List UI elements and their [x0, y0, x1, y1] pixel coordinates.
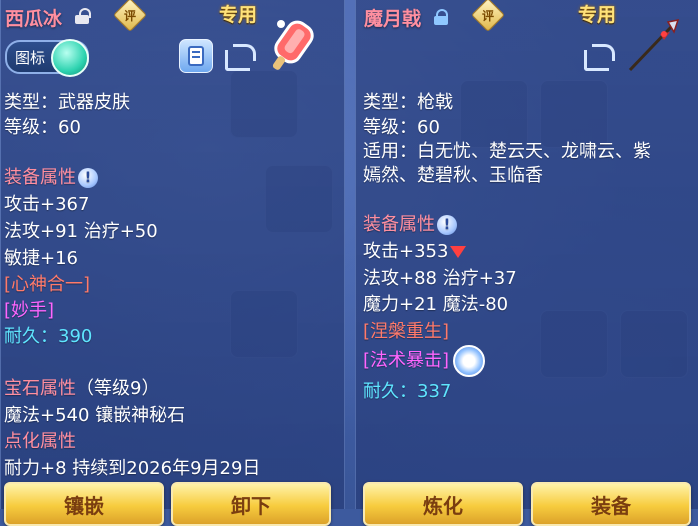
- item-level: 等级：60: [4, 117, 81, 138]
- skill-1: [涅槃重生]: [363, 321, 450, 342]
- applicable-roles-1: 适用：白无忧、楚云天、龙啸云、紫: [363, 141, 651, 162]
- icon-toggle-label: 图标: [15, 49, 46, 67]
- icon-toggle[interactable]: 图标: [5, 39, 89, 77]
- unlock-icon[interactable]: [75, 8, 91, 24]
- attr-attack: 攻击+367: [4, 194, 90, 215]
- attr-mana: 魔力+21 魔法-80: [363, 294, 509, 315]
- down-arrow-icon: [450, 246, 467, 258]
- item-type: 类型：武器皮肤: [4, 92, 130, 113]
- collection-icon[interactable]: [179, 39, 213, 73]
- durability: 耐久：337: [363, 381, 452, 402]
- info-icon[interactable]: !: [78, 168, 98, 188]
- share-icon[interactable]: [223, 42, 256, 71]
- halberd-weapon-icon: [624, 18, 680, 74]
- skill-1: [心神合一]: [4, 274, 91, 295]
- equip-attr-header: 装备属性!: [363, 210, 457, 236]
- attr-attack: 攻击+353: [363, 237, 467, 263]
- item-level: 等级：60: [363, 117, 440, 138]
- attr-magic: 法攻+91 治疗+50: [4, 221, 158, 242]
- refine-button[interactable]: 炼化: [363, 482, 523, 526]
- equip-button[interactable]: 装备: [531, 482, 691, 526]
- rate-icon[interactable]: 评: [471, 0, 505, 32]
- toggle-knob: [51, 39, 89, 77]
- share-icon[interactable]: [582, 42, 615, 71]
- item-title: 魔月戟: [364, 8, 422, 30]
- attr-agility: 敏捷+16: [4, 248, 78, 269]
- item-tooltip-left: 西瓜冰 评 专用 图标 类型：武器皮肤 等级：60 装备属性! 攻击+367 法…: [0, 0, 345, 526]
- item-title: 西瓜冰: [5, 8, 63, 30]
- inlay-button[interactable]: 镶嵌: [4, 482, 164, 526]
- rate-icon[interactable]: 评: [113, 0, 147, 32]
- item-type: 类型：枪戟: [363, 92, 453, 113]
- popsicle-skin-icon: [267, 14, 327, 74]
- equip-attr-header: 装备属性!: [4, 163, 98, 189]
- skill-2: [妙手]: [4, 300, 55, 321]
- durability: 耐久：390: [4, 326, 93, 347]
- skill-2: [法术暴击]: [363, 345, 486, 377]
- refresh-icon[interactable]: [453, 345, 486, 377]
- info-icon[interactable]: !: [437, 215, 457, 235]
- exclusive-label: 专用: [578, 4, 617, 26]
- unequip-button[interactable]: 卸下: [171, 482, 331, 526]
- exclusive-label: 专用: [219, 4, 258, 26]
- lock-icon[interactable]: [434, 9, 448, 25]
- attr-magic: 法攻+88 治疗+37: [363, 268, 517, 289]
- applicable-roles-2: 嫣然、楚碧秋、玉临香: [363, 165, 543, 186]
- enchant-header: 点化属性: [4, 431, 76, 452]
- gem-attr: 魔法+540 镶嵌神秘石: [4, 405, 186, 426]
- gem-header-line: 宝石属性（等级9）: [4, 378, 160, 399]
- enchant-attr: 耐力+8 持续到2026年9月29日: [4, 458, 261, 479]
- item-tooltip-right: 魔月戟 评 专用 类型：枪戟 等级：60 适用：白无忧、楚云天、龙啸云、紫 嫣然…: [355, 0, 698, 526]
